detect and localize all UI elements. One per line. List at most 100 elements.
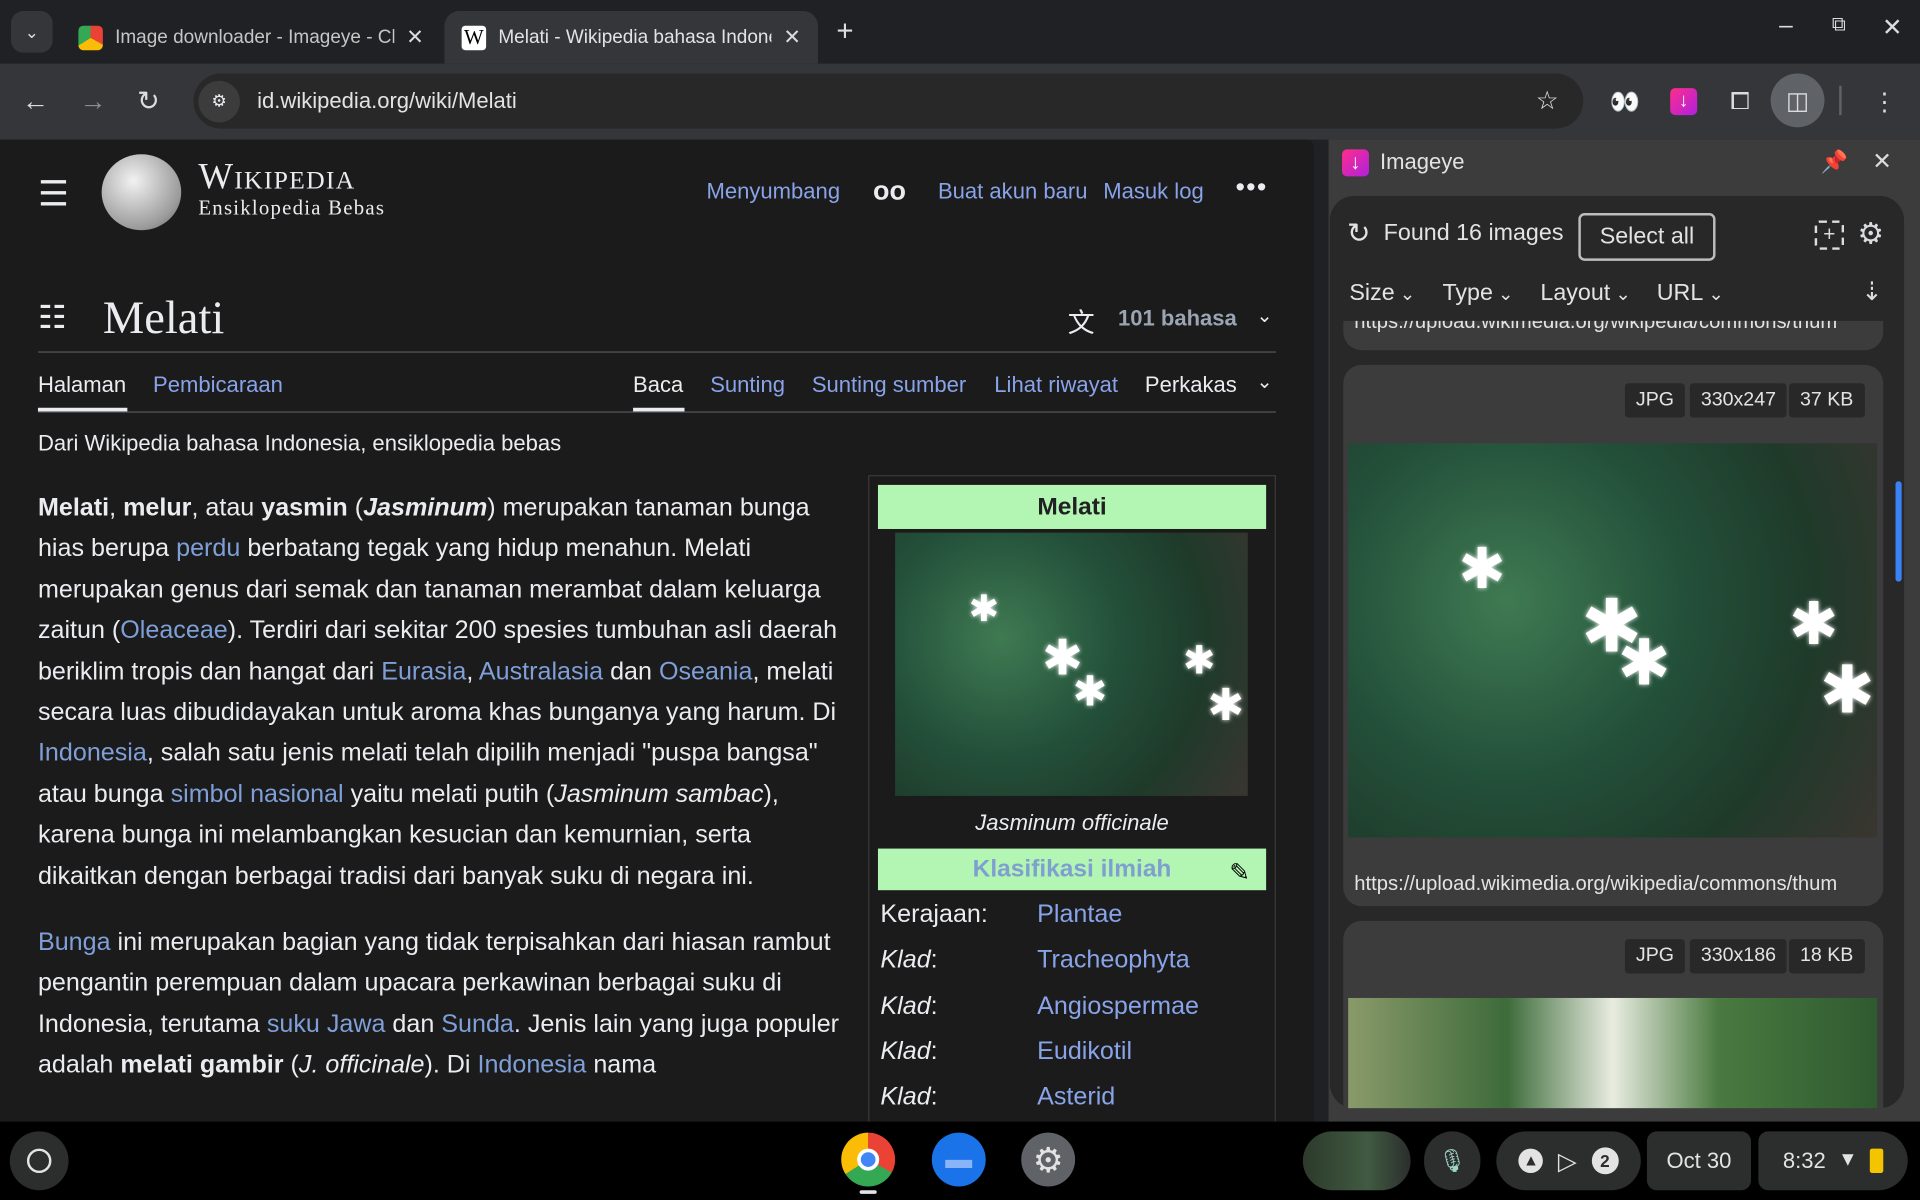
image-card-partial[interactable]: https://upload.wikimedia.org/wikipedia/c… [1343,320,1884,351]
infobox-caption: Jasminum officinale [975,810,1169,836]
select-all-button[interactable]: Select all [1578,213,1716,261]
site-settings-icon[interactable]: ⚙ [198,80,241,122]
image-url[interactable]: https://upload.wikimedia.org/wikipedia/c… [1354,321,1872,334]
forward-button[interactable]: → [80,86,107,118]
extensions-puzzle-icon[interactable]: ⧠ [1719,81,1761,123]
reading-preferences-glasses-icon[interactable]: oo [873,175,906,207]
imageye-extension-icon[interactable]: ↓ [1670,88,1698,116]
chevron-down-icon: ⌄ [1492,284,1514,305]
taxon-link[interactable]: Plantae [1037,900,1122,929]
article-link[interactable]: Oleaceae [120,616,227,644]
address-bar[interactable]: ⚙ id.wikipedia.org/wiki/Melati ☆ [193,73,1584,129]
files-app-icon[interactable]: ▬ [931,1132,986,1187]
url-text[interactable]: id.wikipedia.org/wiki/Melati [257,88,517,114]
launcher-button[interactable] [9,1131,69,1191]
restore-button[interactable]: ⧉ [1832,15,1846,37]
refresh-icon[interactable]: ↻ [1347,217,1371,250]
menu-kebab-icon[interactable]: ⋮ [1864,81,1906,123]
tab-sunting[interactable]: Sunting [710,372,785,398]
tab-baca[interactable]: Baca [633,372,683,398]
article-link[interactable]: Indonesia [38,739,147,767]
taxon-link[interactable]: Asterid [1037,1083,1115,1112]
donate-link[interactable]: Menyumbang [707,179,841,205]
article-link[interactable]: perdu [176,534,240,562]
wikipedia-wordmark[interactable]: Wikipedia [198,157,355,199]
article-link[interactable]: Eurasia [381,657,466,685]
date-display[interactable]: Oct 30 [1646,1131,1752,1191]
table-of-contents-icon[interactable]: ☷ [38,299,67,337]
tools-menu[interactable]: Perkakas [1145,372,1237,398]
article-link[interactable]: suku Jawa [267,1010,386,1038]
microphone-icon[interactable]: 🎙 [1424,1131,1481,1191]
side-panel-toggle-icon[interactable]: ◫ [1770,73,1825,128]
image-card[interactable]: JPG 330x247 37 KB ✱ ✱ ✱ ✱ ✱ https://upload.w… [1343,364,1884,907]
scrollbar-thumb[interactable] [1895,481,1902,582]
extension-eyes-icon[interactable]: 👀 [1604,81,1646,123]
tab-sunting-sumber[interactable]: Sunting sumber [812,372,966,398]
tab-lihat-riwayat[interactable]: Lihat riwayat [994,372,1118,398]
article-link[interactable]: simbol nasional [171,780,344,808]
reload-button[interactable]: ↻ [137,86,160,118]
tab-pembicaraan[interactable]: Pembicaraan [153,372,283,398]
translate-icon[interactable]: 文 [1068,301,1095,340]
image-thumbnail[interactable]: ✱ ✱ ✱ ✱ ✱ [1348,443,1878,838]
clock: 8:32 [1782,1147,1826,1173]
taxon-link[interactable]: Tracheophyta [1037,946,1190,975]
close-tab-icon[interactable]: ✕ [406,25,423,49]
infobox-image[interactable]: ✱ ✱ ✱ ✱ ✱ [895,532,1248,796]
edit-pencil-icon[interactable]: ✎ [1229,857,1250,888]
article-text: Melati [37,493,110,522]
new-tab-button[interactable]: + [836,15,853,49]
image-card[interactable]: JPG 330x186 18 KB [1343,920,1884,1117]
article-link[interactable]: Oseania [659,657,753,685]
close-tab-icon[interactable]: ✕ [783,25,800,49]
filter-dropdown-size[interactable]: Size ⌄ [1349,280,1415,307]
login-link[interactable]: Masuk log [1103,179,1203,205]
chrome-app-icon[interactable] [841,1132,896,1187]
wikipedia-globe-logo[interactable] [101,154,182,231]
article-link[interactable]: Sunda [441,1010,514,1038]
article-text: ( [347,493,364,522]
chevron-down-icon[interactable]: ⌄ [1256,304,1272,328]
capture-region-icon[interactable]: + [1814,220,1845,250]
rank-label: Klad [880,991,931,1020]
settings-gear-icon[interactable]: ⚙ [1858,217,1884,253]
chrome-web-store-icon [78,25,103,50]
settings-app-icon[interactable]: ⚙ [1021,1132,1076,1187]
tab-halaman[interactable]: Halaman [38,372,126,398]
main-menu-hamburger-icon[interactable]: ☰ [38,174,69,214]
pin-icon[interactable]: 📌 [1821,149,1848,175]
status-tray[interactable]: 8:32 ▼ [1758,1131,1908,1191]
back-button[interactable]: ← [22,86,49,118]
taxon-link[interactable]: Angiospermae [1037,991,1199,1020]
article-body: Melati, melur, atau yasmin (Jasminum) me… [38,487,846,1111]
side-panel-title: Imageye [1380,149,1465,174]
notification-tray[interactable]: ▲ ▷ 2 [1496,1131,1641,1191]
language-selector[interactable]: 101 bahasa [1118,306,1237,332]
article-link[interactable]: Indonesia [477,1051,586,1079]
section-title-link[interactable]: Klasifikasi ilmiah [973,855,1172,883]
article-link[interactable]: Australasia [479,657,603,685]
sort-icon[interactable]: ⇣ [1861,277,1883,308]
chevron-down-icon[interactable]: ⌄ [1256,370,1272,394]
holding-space-tray[interactable] [1302,1131,1411,1191]
more-options-icon[interactable]: ••• [1236,171,1268,203]
colon: : [930,1082,938,1111]
filter-dropdown-layout[interactable]: Layout ⌄ [1540,280,1630,307]
tab-wikipedia[interactable]: W Melati - Wikipedia bahasa Indonesia ✕ [444,11,818,64]
page-title: Melati [102,292,225,345]
tab-imageye[interactable]: Image downloader - Imageye - Chrome Web … [61,11,441,64]
bookmark-star-icon[interactable]: ☆ [1536,86,1559,117]
play-store-icon: ▷ [1557,1147,1577,1175]
minimize-button[interactable]: – [1779,12,1793,40]
image-thumbnail[interactable] [1348,997,1878,1109]
article-link[interactable]: Bunga [38,928,111,956]
create-account-link[interactable]: Buat akun baru [938,179,1088,205]
taxon-link[interactable]: Eudikotil [1037,1037,1132,1066]
close-window-button[interactable]: ✕ [1882,12,1903,43]
filter-dropdown-type[interactable]: Type ⌄ [1442,280,1513,307]
image-url[interactable]: https://upload.wikimedia.org/wikipedia/c… [1354,873,1872,896]
tab-search-button[interactable]: ⌄ [11,11,53,53]
filter-dropdown-url[interactable]: URL ⌄ [1657,280,1724,307]
close-panel-icon[interactable]: ✕ [1872,148,1891,176]
